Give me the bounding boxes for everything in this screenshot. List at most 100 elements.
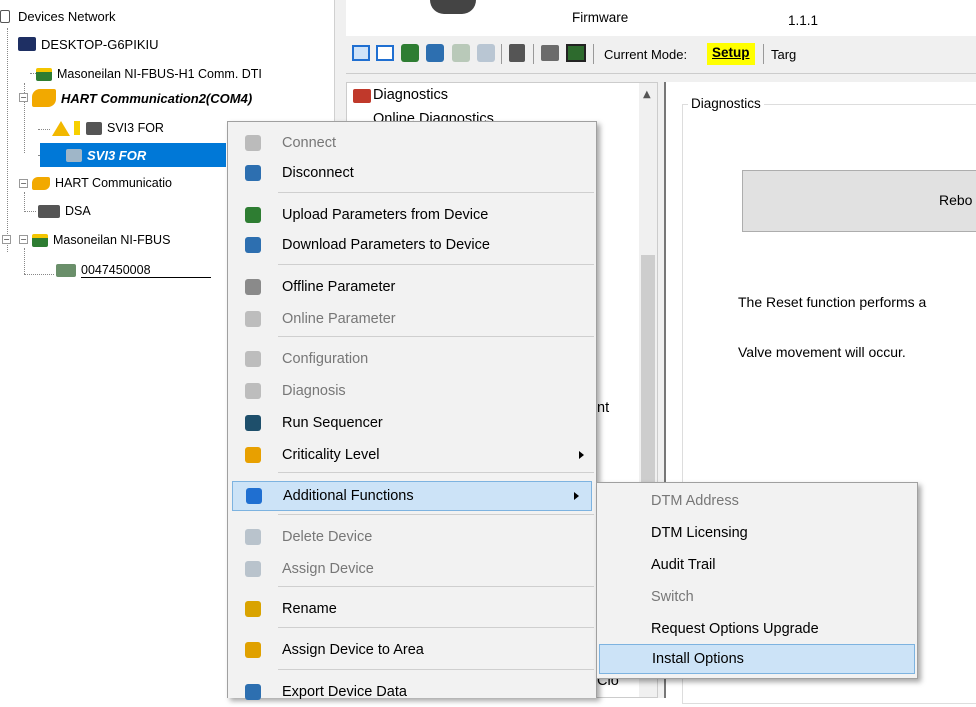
additional-functions-submenu[interactable]: DTM Address DTM Licensing Audit Trail Switc…	[596, 482, 918, 679]
menu-item-upload-parameters-from-device[interactable]: Upload Parameters from Device	[228, 200, 596, 230]
device-header: Firmware 1.1.1	[346, 0, 976, 36]
tree-item-comm-dtm-label: Masoneilan NI-FBUS-H1 Comm. DTI	[57, 67, 262, 81]
menu-item-label: Rename	[282, 601, 337, 617]
menu-item-delete-device[interactable]: Delete Device	[228, 522, 596, 552]
menu-item-label: Connect	[282, 135, 337, 151]
tree-item-dsa[interactable]: DSA	[38, 201, 91, 221]
firmware-value: 1.1.1	[788, 13, 819, 28]
menu-item-run-sequencer[interactable]: Run Sequencer	[228, 408, 596, 438]
view-details-icon[interactable]	[376, 45, 394, 61]
menu-item-offline-parameter[interactable]: Offline Parameter	[228, 272, 596, 302]
submenu-arrow-icon	[574, 492, 579, 500]
submenu-item-label: Switch	[651, 589, 694, 605]
tree-root-label: Devices Network	[18, 8, 116, 24]
target-label: Targ	[771, 47, 797, 62]
diagnostics-icon	[353, 89, 371, 103]
reboot-button[interactable]: Rebo	[742, 170, 976, 232]
menu-item-label: Offline Parameter	[282, 279, 396, 295]
device-image-icon	[430, 0, 476, 14]
scroll-up-icon[interactable]: ▲	[643, 89, 651, 100]
submenu-item-audit-trail[interactable]: Audit Trail	[597, 550, 917, 580]
submenu-item-label: Install Options	[652, 651, 744, 667]
nav-diagnostics[interactable]: Diagnostics	[373, 87, 448, 103]
sequencer-icon	[245, 415, 261, 431]
reset-description: The Reset function performs a	[738, 294, 927, 310]
menu-item-export-device-data[interactable]: Export Device Data	[228, 677, 596, 707]
tree-item-dsa-label: DSA	[65, 204, 91, 218]
menu-item-label: Disconnect	[282, 165, 354, 181]
upload-disabled-icon	[452, 44, 470, 62]
submenu-item-dtm-address[interactable]: DTM Address	[597, 486, 917, 516]
submenu-item-install-options[interactable]: Install Options	[599, 644, 915, 674]
menu-item-rename[interactable]: Rename	[228, 594, 596, 624]
submenu-item-label: DTM Address	[651, 493, 739, 509]
menu-item-connect[interactable]: Connect	[228, 128, 596, 158]
tree-item-svi3-selected[interactable]: SVI3 FOR	[40, 143, 226, 167]
view-list-icon[interactable]	[352, 45, 370, 61]
computer-icon	[18, 37, 36, 51]
menu-item-diagnosis[interactable]: Diagnosis	[228, 376, 596, 406]
device-icon	[38, 204, 60, 218]
menu-item-assign-device-to-area[interactable]: Assign Device to Area	[228, 635, 596, 665]
device-icon	[56, 263, 76, 277]
menu-item-configuration[interactable]: Configuration	[228, 344, 596, 374]
delete-device-icon	[245, 529, 261, 545]
menu-item-label: Download Parameters to Device	[282, 237, 490, 253]
valve-icon	[66, 148, 82, 162]
menu-item-additional-functions[interactable]: Additional Functions	[232, 481, 592, 511]
collapse-toggle[interactable]: −	[2, 235, 11, 244]
valve-icon	[86, 121, 102, 135]
connect-icon	[245, 135, 261, 151]
menu-item-label: Delete Device	[282, 529, 373, 545]
diagnostics-group-title: Diagnostics	[688, 96, 764, 111]
submenu-arrow-icon	[579, 451, 584, 459]
scrollbar-thumb[interactable]	[641, 255, 655, 505]
tree-item-hart-label: HART Communicatio	[55, 176, 172, 190]
hart-modem-icon	[32, 176, 50, 190]
assign-device-icon	[245, 561, 261, 577]
tag-icon	[74, 121, 80, 135]
disconnect-icon	[245, 165, 261, 181]
download-toolbar-icon[interactable]	[426, 44, 444, 62]
warning-icon	[52, 120, 70, 136]
menu-item-online-parameter[interactable]: Online Parameter	[228, 304, 596, 334]
menu-item-disconnect[interactable]: Disconnect	[228, 158, 596, 188]
tree-item-svi3-child[interactable]: SVI3 FOR	[52, 118, 164, 138]
collapse-toggle[interactable]: −	[19, 235, 28, 244]
collapse-toggle[interactable]: −	[19, 93, 28, 102]
tree-item-comm-dtm[interactable]: Masoneilan NI-FBUS-H1 Comm. DTI	[36, 64, 262, 84]
menu-item-label: Additional Functions	[283, 488, 414, 504]
submenu-item-switch[interactable]: Switch	[597, 582, 917, 612]
menu-item-download-parameters-to-device[interactable]: Download Parameters to Device	[228, 230, 596, 260]
properties-icon[interactable]	[509, 44, 525, 62]
tree-item-svi3-selected-label: SVI3 FOR	[87, 147, 147, 163]
criticality-icon	[245, 447, 261, 463]
menu-item-label: Diagnosis	[282, 383, 346, 399]
mode-value-badge[interactable]: Setup	[707, 43, 755, 65]
submenu-item-dtm-licensing[interactable]: DTM Licensing	[597, 518, 917, 548]
tree-item-nifbus-label: Masoneilan NI-FBUS	[53, 233, 171, 247]
tree-item-nifbus[interactable]: Masoneilan NI-FBUS	[32, 230, 170, 250]
valve-warning-text: Valve movement will occur.	[738, 344, 906, 360]
tree-item-desktop[interactable]: DESKTOP-G6PIKIU	[0, 34, 159, 54]
diagnosis-icon	[245, 383, 261, 399]
print-icon[interactable]	[541, 45, 559, 61]
tree-item-hart[interactable]: HART Communicatio	[32, 173, 172, 193]
functions-icon	[246, 488, 262, 504]
collapse-toggle[interactable]: −	[19, 179, 28, 188]
submenu-item-request-options-upgrade[interactable]: Request Options Upgrade	[597, 614, 917, 644]
menu-item-criticality-level[interactable]: Criticality Level	[228, 440, 596, 470]
menu-item-label: Criticality Level	[282, 447, 380, 463]
monitor-icon[interactable]	[566, 44, 586, 62]
rename-icon	[245, 601, 261, 617]
upload-icon	[245, 207, 261, 223]
tree-root[interactable]: Devices Network	[0, 6, 116, 26]
tree-item-svi3-child-label: SVI3 FOR	[107, 121, 164, 135]
context-menu[interactable]: Connect Disconnect Upload Parameters from …	[227, 121, 597, 700]
tree-item-hart2[interactable]: HART Communication2(COM4)	[32, 88, 252, 108]
upload-toolbar-icon[interactable]	[401, 44, 419, 62]
fieldbus-icon	[32, 233, 48, 247]
menu-item-assign-device[interactable]: Assign Device	[228, 554, 596, 584]
submenu-item-label: DTM Licensing	[651, 525, 748, 541]
tree-item-device-id[interactable]: 0047450008	[56, 260, 211, 280]
